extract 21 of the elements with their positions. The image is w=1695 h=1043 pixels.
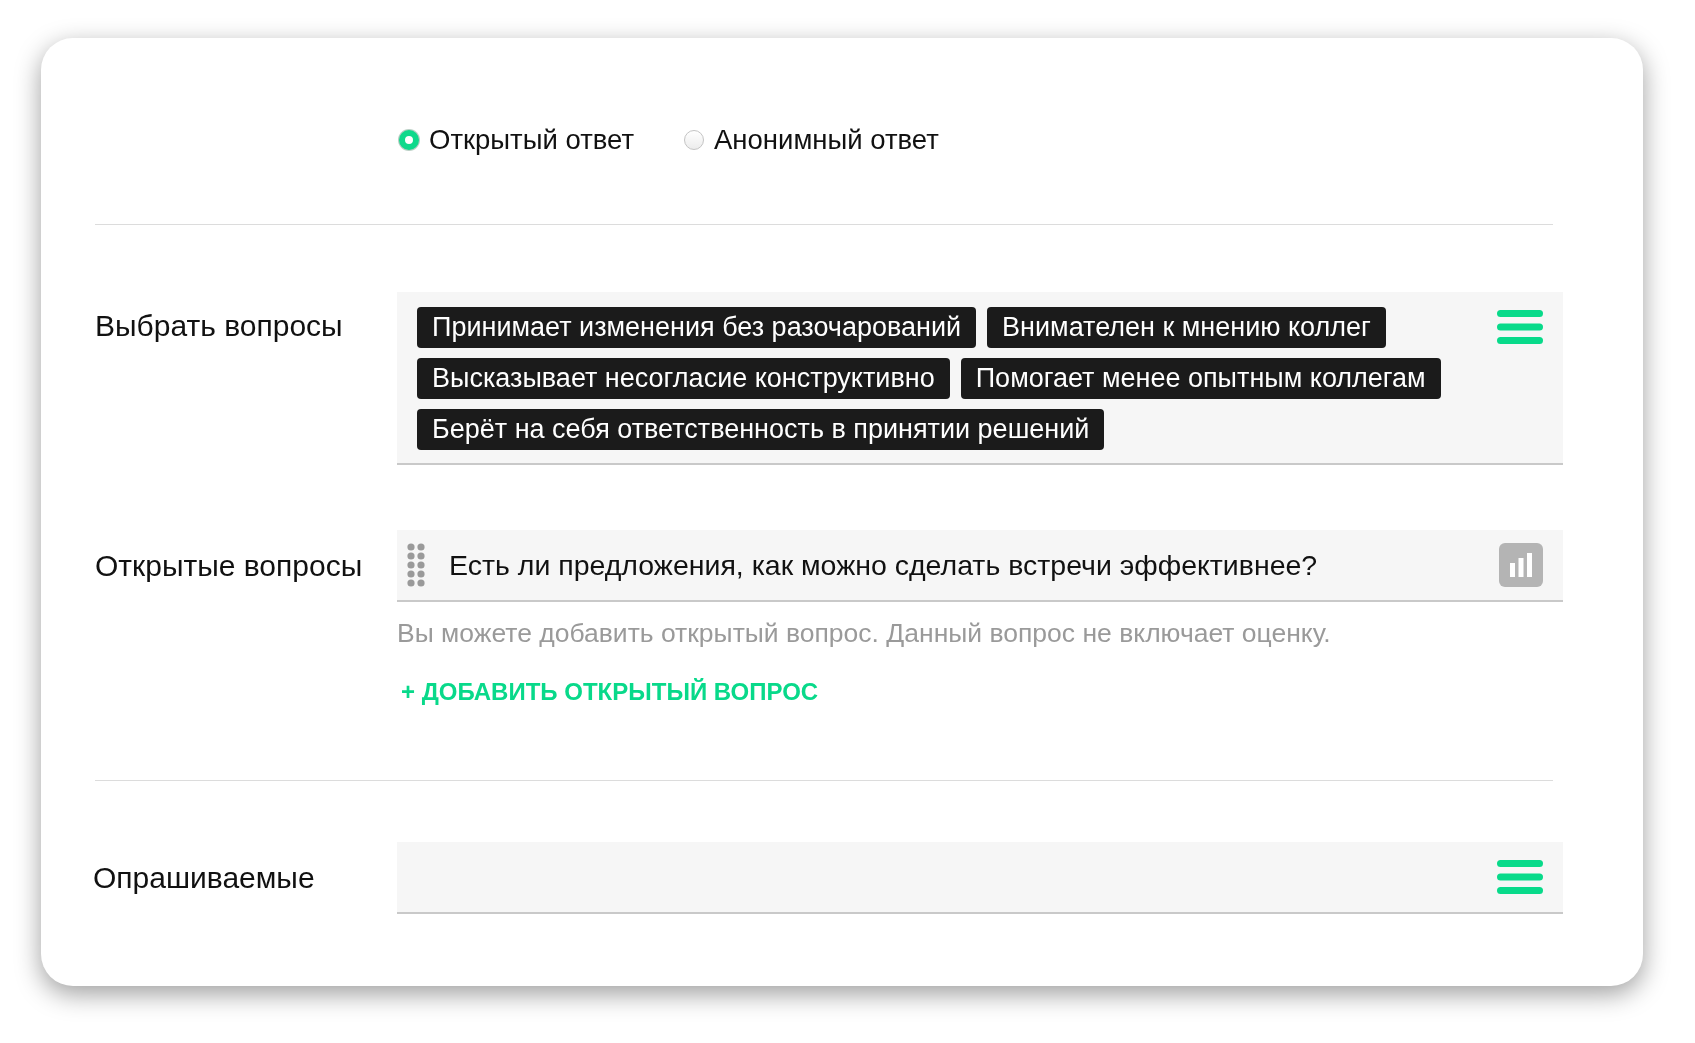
section-label: Открытые вопросы: [95, 548, 364, 583]
questions-select-field[interactable]: Принимает изменения без разочарований Внимателен к мнению коллег Высказывает несогласие конструктивно Помогает менее опытным коллегам Берёт на себя ответственность в принятии решений: [397, 292, 1563, 465]
respondents-field[interactable]: [397, 842, 1563, 914]
question-tag: Принимает изменения без разочарований: [417, 307, 977, 348]
menu-icon[interactable]: [1497, 860, 1543, 894]
drag-handle-icon[interactable]: [407, 543, 425, 587]
menu-icon[interactable]: [1497, 310, 1543, 344]
radio-label[interactable]: Открытый ответ: [429, 124, 634, 156]
radio-button[interactable]: [399, 130, 419, 150]
question-field[interactable]: Есть ли предложения, как можно сделать встречи эффективнее?: [397, 530, 1563, 602]
question-tag: Берёт на себя ответственность в принятии решений: [417, 409, 1105, 450]
section-label: Опрашиваемые: [93, 860, 316, 895]
bar-chart-icon[interactable]: [1499, 543, 1543, 587]
radio-label[interactable]: Анонимный ответ: [714, 124, 939, 156]
question-text: Есть ли предложения, как можно сделать встречи эффективнее?: [449, 548, 1319, 582]
hint-text: Вы можете добавить открытый вопрос. Данный вопрос не включает оценку.: [397, 617, 1331, 649]
question-tag: Помогает менее опытным коллегам: [960, 358, 1441, 399]
question-tag: Внимателен к мнению коллег: [987, 307, 1386, 348]
question-tag: Высказывает несогласие конструктивно: [417, 358, 950, 399]
section-label: Выбрать вопросы: [95, 308, 344, 343]
radio-button[interactable]: [684, 130, 704, 150]
